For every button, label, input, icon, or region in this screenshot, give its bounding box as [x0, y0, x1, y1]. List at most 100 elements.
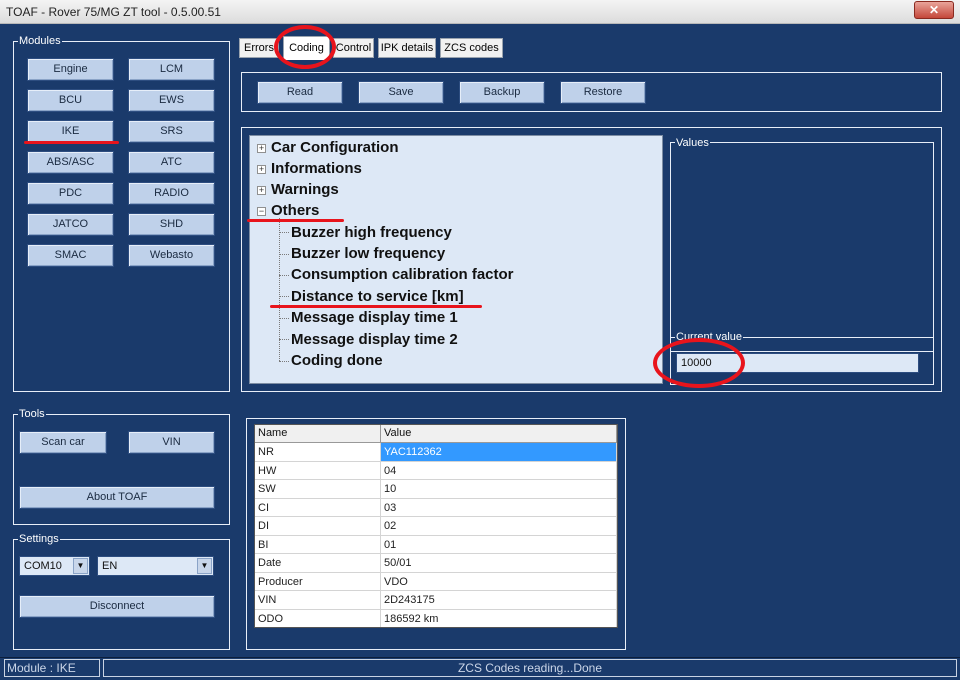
tree-node-message-display-time-2[interactable]: Message display time 2: [291, 331, 458, 349]
column-header-value[interactable]: Value: [381, 425, 617, 442]
current-value-field[interactable]: 10000: [676, 353, 919, 373]
backup-button[interactable]: Backup: [459, 81, 545, 104]
com-port-value: COM10: [24, 560, 62, 572]
table-row[interactable]: VIN 2D243175: [255, 591, 617, 610]
coding-tree[interactable]: + Car Configuration + Informations + War…: [249, 135, 663, 384]
tree-node-message-display-time-1[interactable]: Message display time 1: [291, 309, 458, 327]
row-value: 01: [381, 535, 617, 553]
collapse-icon[interactable]: −: [257, 207, 266, 216]
module-bcu-button[interactable]: BCU: [27, 89, 114, 112]
row-name: CI: [255, 498, 381, 516]
row-value: 50/01: [381, 554, 617, 572]
table-row[interactable]: Producer VDO: [255, 572, 617, 591]
row-name: Date: [255, 554, 381, 572]
expand-icon[interactable]: +: [257, 144, 266, 153]
module-ike-button[interactable]: IKE: [27, 120, 114, 143]
module-engine-button[interactable]: Engine: [27, 58, 114, 81]
column-header-name[interactable]: Name: [255, 425, 381, 442]
expand-icon[interactable]: +: [257, 186, 266, 195]
row-name: SW: [255, 480, 381, 498]
row-value: 02: [381, 517, 617, 535]
module-webasto-button[interactable]: Webasto: [128, 244, 215, 267]
table-row[interactable]: NR YAC112362: [255, 443, 617, 462]
table-row[interactable]: Date 50/01: [255, 554, 617, 573]
module-lcm-button[interactable]: LCM: [128, 58, 215, 81]
chevron-down-icon[interactable]: ▼: [73, 558, 88, 574]
row-name: NR: [255, 443, 381, 461]
read-button[interactable]: Read: [257, 81, 343, 104]
restore-button[interactable]: Restore: [560, 81, 646, 104]
row-value: VDO: [381, 572, 617, 590]
row-name: BI: [255, 535, 381, 553]
module-radio-button[interactable]: RADIO: [128, 182, 215, 205]
row-name: Producer: [255, 572, 381, 590]
tree-node-consumption-calibration-factor[interactable]: Consumption calibration factor: [291, 266, 514, 284]
tree-node-distance-to-service[interactable]: Distance to service [km]: [291, 288, 464, 306]
tab-zcs-codes[interactable]: ZCS codes: [440, 38, 503, 58]
module-jatco-button[interactable]: JATCO: [27, 213, 114, 236]
tree-node-buzzer-high-frequency[interactable]: Buzzer high frequency: [291, 224, 452, 242]
tree-node-warnings[interactable]: Warnings: [271, 181, 339, 199]
module-srs-button[interactable]: SRS: [128, 120, 215, 143]
tree-connector: [279, 339, 289, 340]
window-title: TOAF - Rover 75/MG ZT tool - 0.5.00.51: [6, 5, 221, 19]
title-bar: TOAF - Rover 75/MG ZT tool - 0.5.00.51 ✕: [0, 0, 960, 24]
module-pdc-button[interactable]: PDC: [27, 182, 114, 205]
row-name: VIN: [255, 591, 381, 609]
table-row[interactable]: DI 02: [255, 517, 617, 536]
row-value: 186592 km: [381, 609, 617, 627]
module-abs-asc-button[interactable]: ABS/ASC: [27, 151, 114, 174]
module-smac-button[interactable]: SMAC: [27, 244, 114, 267]
about-toaf-button[interactable]: About TOAF: [19, 486, 215, 509]
save-button[interactable]: Save: [358, 81, 444, 104]
language-select[interactable]: EN ▼: [97, 556, 214, 576]
row-value: 03: [381, 498, 617, 516]
scan-car-button[interactable]: Scan car: [19, 431, 107, 454]
status-message: ZCS Codes reading...Done: [103, 659, 957, 677]
tree-node-car-configuration[interactable]: Car Configuration: [271, 139, 399, 157]
tree-connector: [279, 275, 289, 276]
tab-errors[interactable]: Errors: [239, 38, 279, 58]
row-value: 10: [381, 480, 617, 498]
table-row[interactable]: CI 03: [255, 498, 617, 517]
disconnect-button[interactable]: Disconnect: [19, 595, 215, 618]
modules-title: Modules: [18, 34, 62, 48]
row-value: 04: [381, 461, 617, 479]
vin-button[interactable]: VIN: [128, 431, 215, 454]
chevron-down-icon[interactable]: ▼: [197, 558, 212, 574]
table-row[interactable]: SW 10: [255, 480, 617, 499]
tree-connector: [279, 361, 289, 362]
values-panel: Values: [670, 136, 934, 352]
row-name: HW: [255, 461, 381, 479]
row-value: 2D243175: [381, 591, 617, 609]
tree-connector: [279, 318, 289, 319]
row-name: ODO: [255, 609, 381, 627]
tree-node-buzzer-low-frequency[interactable]: Buzzer low frequency: [291, 245, 445, 263]
status-bar: Module : IKE ZCS Codes reading...Done: [0, 657, 960, 680]
table-row[interactable]: BI 01: [255, 535, 617, 554]
status-module: Module : IKE: [4, 659, 100, 677]
tab-ipk-details[interactable]: IPK details: [378, 38, 436, 58]
current-value-title: Current value: [675, 330, 744, 344]
tools-title: Tools: [18, 407, 46, 421]
tree-connector: [279, 232, 289, 233]
language-value: EN: [102, 560, 118, 572]
close-button[interactable]: ✕: [914, 1, 954, 19]
values-title: Values: [675, 136, 710, 150]
table-row[interactable]: HW 04: [255, 461, 617, 480]
info-table: Name Value NR YAC112362 HW 04 SW 10 CI 03 DI…: [254, 424, 618, 628]
tree-node-coding-done[interactable]: Coding done: [291, 352, 383, 370]
tab-coding[interactable]: Coding: [283, 36, 330, 60]
module-ews-button[interactable]: EWS: [128, 89, 215, 112]
expand-icon[interactable]: +: [257, 165, 266, 174]
tab-control[interactable]: Control: [333, 38, 374, 58]
module-shd-button[interactable]: SHD: [128, 213, 215, 236]
settings-title: Settings: [18, 532, 60, 546]
table-row[interactable]: ODO 186592 km: [255, 609, 617, 627]
com-port-select[interactable]: COM10 ▼: [19, 556, 90, 576]
tree-node-informations[interactable]: Informations: [271, 160, 362, 178]
row-name: DI: [255, 517, 381, 535]
tree-connector: [279, 254, 289, 255]
module-atc-button[interactable]: ATC: [128, 151, 215, 174]
row-value: YAC112362: [381, 443, 617, 461]
